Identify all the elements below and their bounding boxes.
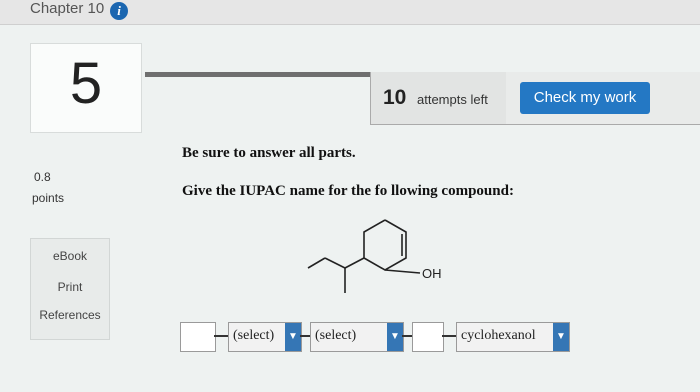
select-3-value: cyclohexanol (461, 328, 536, 343)
check-area: Check my work (506, 72, 700, 125)
answer-box-2[interactable] (412, 322, 444, 352)
attempts-count: 10 (383, 86, 407, 109)
select-dropdown-2[interactable]: (select) ▼ (310, 322, 404, 352)
attempts-box: 10 attempts left (370, 72, 508, 125)
hyphen-4 (442, 335, 456, 337)
resource-panel: eBook Print References (30, 238, 110, 340)
chapter-title: Chapter 10 (30, 0, 105, 17)
points-label: points (32, 191, 65, 205)
points-value: 0.8 (34, 170, 51, 184)
select-dropdown-1[interactable]: (select) ▼ (228, 322, 302, 352)
select-2-value: (select) (315, 328, 357, 343)
question-prompt: Give the IUPAC name for the fo llowing c… (182, 183, 514, 199)
select-1-value: (select) (233, 328, 275, 343)
print-link[interactable]: Print (31, 280, 109, 294)
chapter-bar: Chapter 10 i (0, 0, 700, 25)
info-icon[interactable]: i (110, 2, 128, 20)
question-number: 5 (69, 51, 103, 116)
hyphen-1 (214, 335, 228, 337)
hydroxyl-label: OH (422, 266, 442, 281)
references-link[interactable]: References (31, 308, 109, 322)
check-my-work-button[interactable]: Check my work (520, 82, 650, 114)
chevron-down-icon: ▼ (387, 323, 403, 351)
chevron-down-icon: ▼ (285, 323, 301, 351)
answer-row: (select) ▼ (select) ▼ cyclohexanol ▼ (180, 322, 580, 352)
hyphen-3 (402, 335, 412, 337)
instruction-text: Be sure to answer all parts. (182, 145, 356, 161)
molecule-structure: OH (307, 219, 442, 293)
hyphen-2 (300, 335, 310, 337)
question-number-box: 5 (30, 43, 142, 133)
attempts-label: attempts left (417, 92, 488, 107)
answer-box-1[interactable] (180, 322, 216, 352)
select-dropdown-3[interactable]: cyclohexanol ▼ (456, 322, 570, 352)
chevron-down-icon: ▼ (553, 323, 569, 351)
ebook-link[interactable]: eBook (31, 249, 109, 263)
